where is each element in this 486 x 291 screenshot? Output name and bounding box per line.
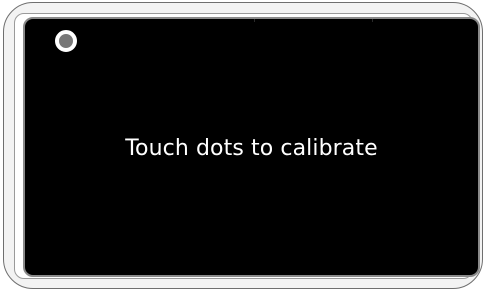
calibration-target-dot[interactable] xyxy=(55,30,77,52)
screen-edge-mark xyxy=(254,19,255,22)
screen-edge-mark xyxy=(372,19,373,22)
calibration-screen[interactable]: Touch dots to calibrate xyxy=(23,17,480,277)
calibration-instruction: Touch dots to calibrate xyxy=(125,136,378,161)
